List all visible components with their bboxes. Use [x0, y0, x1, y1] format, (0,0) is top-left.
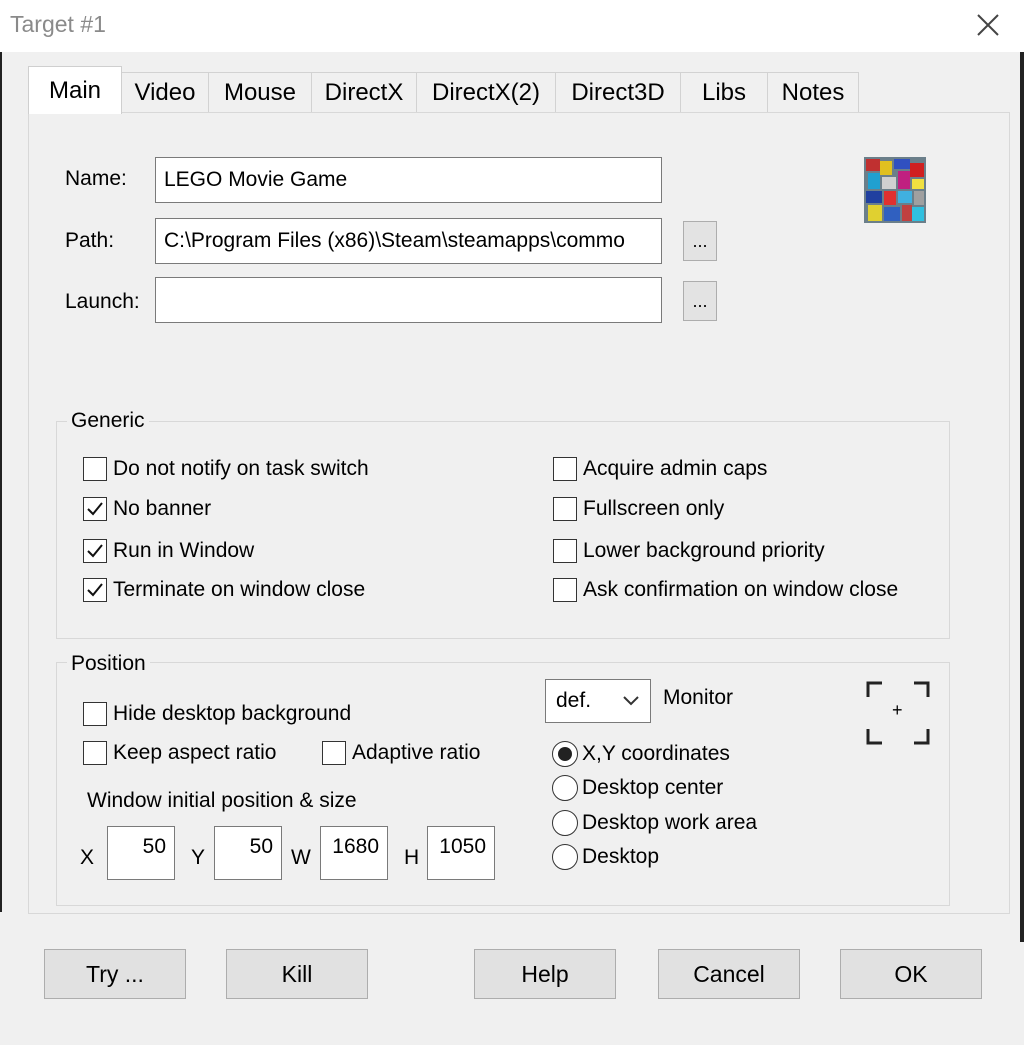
option-label: Terminate on window close [113, 578, 366, 601]
generic-group [56, 421, 950, 639]
option-adaptive-ratio[interactable]: Adaptive ratio [322, 741, 480, 765]
help-button[interactable]: Help [474, 949, 616, 999]
checkmark-icon [87, 502, 103, 516]
name-field[interactable]: LEGO Movie Game [155, 157, 662, 203]
checkbox-unchecked[interactable] [322, 741, 346, 765]
monitor-label: Monitor [663, 686, 734, 709]
checkbox-unchecked[interactable] [83, 457, 107, 481]
capture-position-button[interactable]: + [866, 681, 930, 745]
cancel-button[interactable]: Cancel [658, 949, 800, 999]
launch-field[interactable] [155, 277, 662, 323]
w-label: W [291, 846, 311, 869]
y-label: Y [191, 846, 206, 869]
option-label: Fullscreen only [583, 497, 725, 520]
option-ask-confirmation[interactable]: Ask confirmation on window close [553, 578, 898, 602]
option-label: Keep aspect ratio [113, 741, 277, 764]
checkmark-icon [87, 583, 103, 597]
checkbox-unchecked[interactable] [553, 539, 577, 563]
tab-directx2[interactable]: DirectX(2) [416, 72, 556, 112]
checkbox-unchecked[interactable] [83, 702, 107, 726]
y-input[interactable]: 50 [214, 826, 282, 880]
path-field[interactable]: C:\Program Files (x86)\Steam\steamapps\c… [155, 218, 662, 264]
initial-position-label: Window initial position & size [87, 789, 357, 812]
launch-browse-button[interactable]: ... [683, 281, 717, 321]
option-terminate-on-close[interactable]: Terminate on window close [83, 578, 365, 602]
checkbox-unchecked[interactable] [553, 578, 577, 602]
option-keep-aspect[interactable]: Keep aspect ratio [83, 741, 276, 765]
tab-video[interactable]: Video [121, 72, 209, 112]
window-right-edge [1020, 52, 1024, 942]
radio-label: Desktop center [582, 776, 724, 799]
path-label: Path: [65, 229, 115, 252]
radio-label: Desktop [582, 845, 660, 868]
close-button[interactable] [966, 4, 1010, 46]
radio-label: Desktop work area [582, 811, 758, 834]
window-title: Target #1 [10, 11, 106, 37]
title-bar: Target #1 [0, 0, 1024, 52]
option-label: Lower background priority [583, 539, 825, 562]
tab-main[interactable]: Main [28, 66, 122, 114]
x-label: X [80, 846, 95, 869]
tab-direct3d[interactable]: Direct3D [555, 72, 681, 112]
option-label: No banner [113, 497, 212, 520]
radio-desktop-center[interactable]: Desktop center [552, 775, 723, 801]
close-icon [977, 14, 999, 36]
w-input[interactable]: 1680 [320, 826, 388, 880]
option-do-not-notify[interactable]: Do not notify on task switch [83, 457, 369, 481]
option-label: Ask confirmation on window close [583, 578, 899, 601]
radio-selected[interactable] [552, 741, 578, 767]
radio-unselected[interactable] [552, 775, 578, 801]
monitor-select-value: def. [556, 689, 592, 712]
launch-label: Launch: [65, 290, 140, 313]
h-input[interactable]: 1050 [427, 826, 495, 880]
option-label: Acquire admin caps [583, 457, 768, 480]
game-thumbnail-icon [864, 157, 926, 223]
option-no-banner[interactable]: No banner [83, 497, 211, 521]
checkbox-unchecked[interactable] [553, 457, 577, 481]
option-label: Adaptive ratio [352, 741, 481, 764]
option-acquire-admin-caps[interactable]: Acquire admin caps [553, 457, 767, 481]
option-label: Do not notify on task switch [113, 457, 369, 480]
capture-plus-glyph: + [892, 700, 903, 720]
radio-unselected[interactable] [552, 810, 578, 836]
checkbox-checked[interactable] [83, 497, 107, 521]
option-hide-desktop[interactable]: Hide desktop background [83, 702, 351, 726]
checkbox-checked[interactable] [83, 539, 107, 563]
generic-group-title: Generic [67, 409, 149, 433]
checkbox-unchecked[interactable] [553, 497, 577, 521]
tab-mouse[interactable]: Mouse [208, 72, 312, 112]
ok-button[interactable]: OK [840, 949, 982, 999]
tab-notes[interactable]: Notes [767, 72, 859, 112]
option-label: Hide desktop background [113, 702, 352, 725]
radio-desktop[interactable]: Desktop [552, 844, 659, 870]
tab-directx[interactable]: DirectX [311, 72, 417, 112]
radio-xy-coordinates[interactable]: X,Y coordinates [552, 741, 730, 767]
checkmark-icon [87, 544, 103, 558]
position-group-title: Position [67, 652, 150, 676]
checkbox-unchecked[interactable] [83, 741, 107, 765]
option-run-in-window[interactable]: Run in Window [83, 539, 254, 563]
option-label: Run in Window [113, 539, 255, 562]
x-input[interactable]: 50 [107, 826, 175, 880]
radio-desktop-work-area[interactable]: Desktop work area [552, 810, 757, 836]
path-browse-button[interactable]: ... [683, 221, 717, 261]
name-label: Name: [65, 167, 127, 190]
monitor-select[interactable]: def. [545, 679, 651, 723]
radio-unselected[interactable] [552, 844, 578, 870]
h-label: H [404, 846, 420, 869]
option-fullscreen-only[interactable]: Fullscreen only [553, 497, 724, 521]
option-lower-priority[interactable]: Lower background priority [553, 539, 825, 563]
tab-libs[interactable]: Libs [680, 72, 768, 112]
try-button[interactable]: Try ... [44, 949, 186, 999]
radio-label: X,Y coordinates [582, 742, 730, 765]
checkbox-checked[interactable] [83, 578, 107, 602]
kill-button[interactable]: Kill [226, 949, 368, 999]
chevron-down-icon [623, 696, 639, 706]
window-left-edge [0, 52, 2, 912]
